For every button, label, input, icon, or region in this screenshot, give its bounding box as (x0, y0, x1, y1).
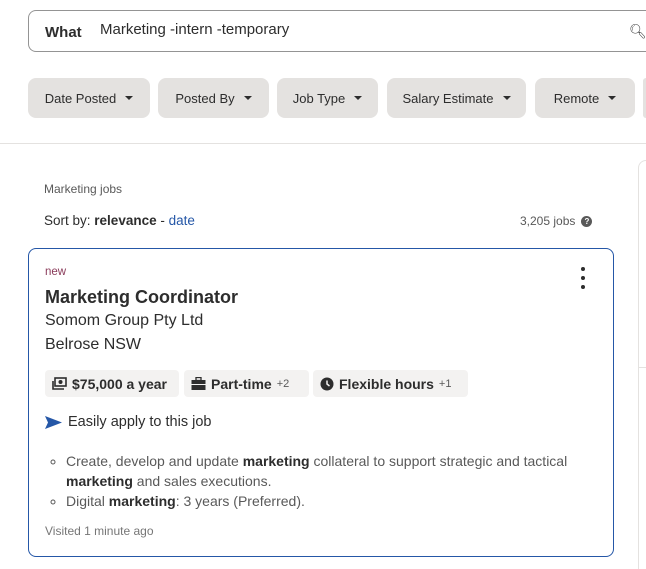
job-count-text: 3,205 jobs (520, 214, 576, 228)
filter-date-posted[interactable]: Date Posted (28, 78, 150, 118)
job-card[interactable]: new Marketing Coordinator Somom Group Pt… (28, 248, 614, 557)
caret-down-icon (243, 96, 252, 100)
sort-date-link[interactable]: date (169, 213, 195, 228)
new-badge: new (45, 266, 67, 278)
search-what-field[interactable]: What 🔍︎ (28, 10, 646, 52)
sort-relevance: relevance (94, 213, 157, 228)
more-options-icon[interactable] (577, 267, 589, 289)
results-heading: Marketing jobs (44, 182, 123, 196)
schedule-label: Flexible hours (339, 375, 434, 392)
caret-down-icon (502, 96, 511, 100)
caret-down-icon (608, 96, 617, 100)
schedule-tag: Flexible hours +1 (313, 370, 468, 397)
job-snippet: Create, develop and update marketing col… (45, 451, 586, 511)
filter-job-type[interactable]: Job Type (277, 78, 378, 118)
what-label: What (45, 24, 82, 41)
easy-apply: Easily apply to this job (45, 414, 211, 430)
job-type-tag: Part-time +2 (184, 370, 309, 397)
what-input[interactable] (98, 20, 602, 39)
visited-status: Visited 1 minute ago (45, 524, 154, 538)
filter-label: Salary Estimate (402, 90, 494, 106)
filter-label: Posted By (175, 90, 235, 106)
sort-by: Sort by: relevance - date (44, 213, 195, 228)
help-icon[interactable]: ? (581, 215, 593, 227)
job-details-panel (638, 160, 646, 569)
filter-remote[interactable]: Remote (535, 78, 635, 118)
snippet-item: Create, develop and update marketing col… (66, 451, 586, 491)
salary-label: $75,000 a year (72, 375, 167, 392)
filter-label: Job Type (292, 90, 346, 106)
caret-down-icon (125, 96, 134, 100)
divider (639, 367, 646, 368)
job-type-label: Part-time (211, 375, 272, 392)
salary-tag: $75,000 a year (45, 370, 179, 397)
job-count: 3,205 jobs? (520, 214, 593, 228)
search-icon[interactable]: 🔍︎ (629, 23, 646, 40)
more-count: +2 (276, 377, 290, 390)
job-location: Belrose NSW (45, 336, 142, 353)
job-title[interactable]: Marketing Coordinator (45, 287, 238, 308)
sort-label: Sort by: (44, 213, 91, 228)
money-icon (52, 377, 67, 390)
snippet-item: Digital marketing: 3 years (Preferred). (66, 491, 586, 511)
company-name: Somom Group Pty Ltd (45, 312, 204, 329)
more-count: +1 (438, 377, 452, 390)
briefcase-icon (191, 377, 206, 390)
divider (0, 143, 646, 144)
filter-label: Date Posted (44, 90, 117, 106)
caret-down-icon (354, 96, 363, 100)
filter-label: Remote (553, 90, 600, 106)
easy-apply-text: Easily apply to this job (68, 414, 212, 430)
filter-posted-by[interactable]: Posted By (158, 78, 269, 118)
clock-icon (320, 377, 334, 390)
filter-salary-estimate[interactable]: Salary Estimate (387, 78, 526, 118)
send-arrow-icon (45, 415, 62, 429)
sort-separator: - (156, 213, 169, 228)
